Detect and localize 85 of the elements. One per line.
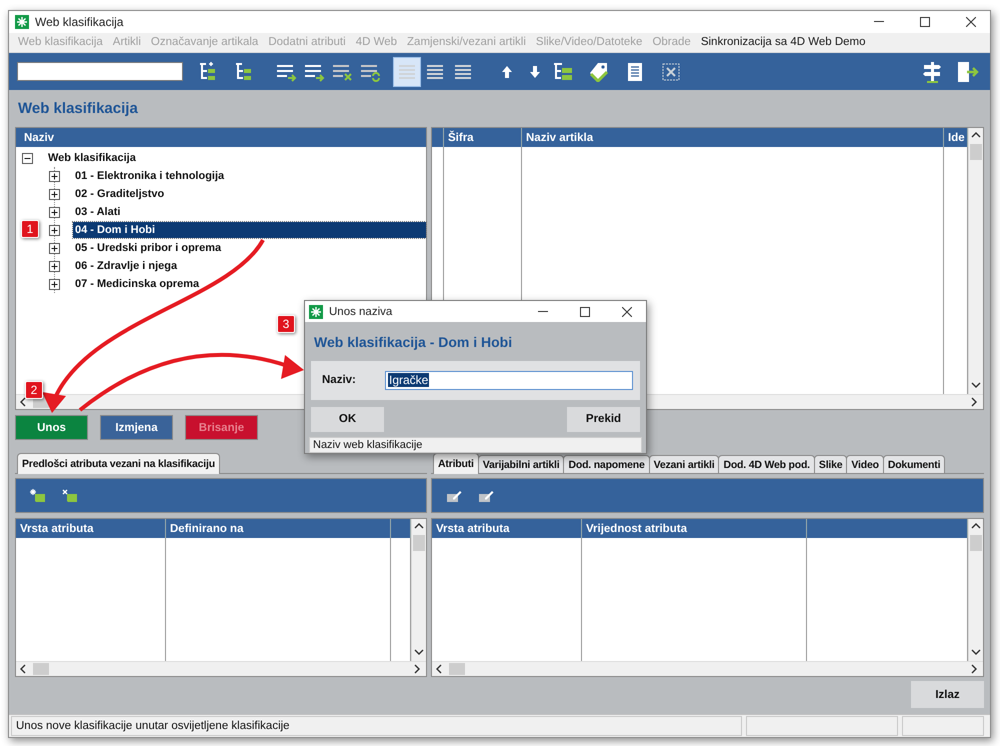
tree-item[interactable]: 06 - Zdravlje i njega (49, 257, 426, 276)
app-icon (309, 304, 323, 319)
step-badge: 1 (21, 220, 39, 238)
cancel-button[interactable]: Prekid (567, 406, 640, 432)
name-field[interactable]: Igračke (385, 370, 633, 390)
close-icon[interactable] (622, 306, 632, 317)
list-icon (398, 62, 416, 81)
tree-item[interactable]: 01 - Elektronika i tehnologija (49, 167, 426, 186)
tree-item[interactable]: 05 - Uredski pribor i oprema (49, 239, 426, 258)
step-badge: 2 (25, 381, 43, 399)
close-icon[interactable] (966, 16, 976, 27)
dialog-heading: Web klasifikacija - Dom i Hobi (313, 332, 514, 352)
column-header: Definirano na (166, 519, 391, 538)
exit-button[interactable]: Izlaz (911, 681, 984, 708)
scroll-thumb[interactable] (970, 144, 982, 160)
expand-toggle[interactable] (49, 242, 60, 254)
app-icon (15, 14, 29, 29)
tab[interactable]: Varijabilni artikli (478, 455, 564, 474)
header-cell (432, 128, 444, 148)
tree-icon[interactable] (233, 62, 253, 82)
vertical-scrollbar[interactable] (968, 128, 983, 394)
scroll-thumb[interactable] (33, 663, 49, 676)
edit-button[interactable]: Izmjena (100, 415, 173, 440)
expand-toggle[interactable] (49, 188, 60, 200)
tab[interactable]: Slike (814, 455, 848, 474)
add-tag-icon[interactable] (30, 488, 46, 503)
remove-tag-icon[interactable] (62, 488, 78, 503)
column-header: Naziv artikla (522, 128, 944, 148)
tree-item[interactable]: 02 - Graditeljstvo (49, 185, 426, 204)
field-label: Naziv: (322, 374, 357, 386)
column-header: Vrijednost atributa (582, 519, 807, 538)
expand-toggle[interactable] (49, 206, 60, 218)
column-header: Ide (944, 128, 968, 148)
expand-toggle[interactable] (49, 224, 60, 236)
expand-toggle[interactable] (49, 278, 60, 290)
maximize-icon[interactable] (920, 16, 930, 27)
list-icon (454, 62, 472, 81)
section-heading: Web klasifikacija (17, 99, 139, 120)
tree-item[interactable]: 07 - Medicinska oprema (49, 275, 426, 294)
dialog-title: Unos naziva (329, 306, 394, 318)
tree-item[interactable]: 03 - Alati (49, 203, 426, 222)
horizontal-scrollbar[interactable] (16, 661, 426, 676)
dialog-status: Naziv web klasifikacije (309, 436, 642, 453)
scroll-thumb[interactable] (449, 663, 465, 676)
search-field[interactable] (17, 62, 183, 82)
tree-list-icon[interactable] (552, 62, 574, 82)
signpost-icon[interactable] (922, 60, 942, 83)
scroll-thumb[interactable] (413, 535, 425, 552)
document-icon[interactable] (627, 62, 643, 82)
vertical-scrollbar[interactable] (411, 519, 426, 662)
window-title: Web klasifikacija (35, 14, 124, 29)
column-header: Šifra (444, 128, 522, 148)
tag-icon[interactable] (588, 62, 610, 82)
add-button[interactable]: Unos (15, 415, 88, 440)
down-arrow-icon[interactable] (529, 64, 541, 79)
tree-add-icon[interactable] (197, 62, 217, 82)
close-box-icon[interactable] (662, 62, 680, 81)
maximize-icon[interactable] (580, 306, 590, 317)
ok-button[interactable]: OK (311, 406, 384, 432)
tab[interactable]: Atributi (433, 453, 479, 474)
tab[interactable]: Dokumenti (882, 455, 946, 474)
header-cell (391, 519, 411, 538)
exit-icon[interactable] (957, 60, 979, 83)
expand-toggle[interactable] (22, 152, 33, 164)
tab[interactable]: Predlošci atributa vezani na klasifikaciju (17, 453, 220, 474)
up-arrow-icon[interactable] (501, 64, 513, 79)
minimize-icon[interactable] (874, 21, 884, 22)
expand-toggle[interactable] (49, 260, 60, 272)
status-text: Unos nove klasifikacije unutar osvijetljene klasifikacije (11, 716, 742, 736)
tab[interactable]: Dod. 4D Web pod. (718, 455, 815, 474)
step-badge: 3 (277, 315, 295, 333)
list-icon (426, 62, 444, 81)
tab[interactable]: Dod. napomene (563, 455, 650, 474)
expand-toggle[interactable] (49, 170, 60, 182)
tab[interactable]: Video (846, 455, 884, 474)
tab[interactable]: Vezani artikli (648, 455, 720, 474)
column-header: Vrsta atributa (432, 519, 582, 538)
horizontal-scrollbar[interactable] (432, 661, 983, 676)
menu-item[interactable]: Sinkronizacija sa 4D Web Demo (696, 36, 871, 48)
vertical-scrollbar[interactable] (968, 519, 983, 662)
tree-item[interactable]: Web klasifikacija (22, 149, 426, 168)
minimize-icon[interactable] (538, 311, 548, 312)
column-header: Naziv (16, 128, 426, 148)
column-header: Vrsta atributa (16, 519, 166, 538)
scroll-thumb[interactable] (970, 535, 982, 552)
